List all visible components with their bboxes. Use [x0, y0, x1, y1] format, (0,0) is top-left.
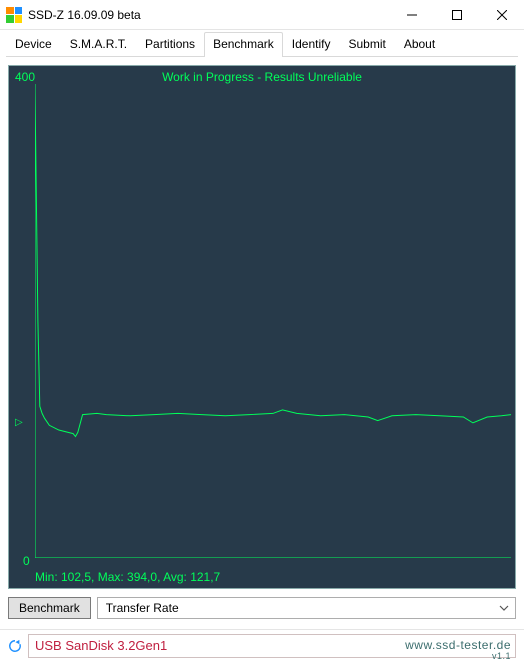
benchmark-mode-select[interactable]: Transfer Rate	[97, 597, 516, 619]
y-axis-max: 400	[15, 70, 35, 84]
benchmark-mode-value: Transfer Rate	[106, 601, 179, 615]
tabstrip: Device S.M.A.R.T. Partitions Benchmark I…	[0, 30, 524, 57]
tab-about[interactable]: About	[395, 32, 444, 57]
titlebar: SSD-Z 16.09.09 beta	[0, 0, 524, 30]
plot-area	[35, 84, 511, 558]
chevron-down-icon	[499, 603, 509, 613]
benchmark-button[interactable]: Benchmark	[8, 597, 91, 619]
statusbar: USB SanDisk 3.2Gen1 www.ssd-tester.de v1…	[0, 629, 524, 664]
tab-identify[interactable]: Identify	[283, 32, 340, 57]
tab-benchmark[interactable]: Benchmark	[204, 32, 283, 57]
watermark: www.ssd-tester.de v1.1	[405, 638, 511, 659]
minimize-button[interactable]	[389, 0, 434, 29]
y-axis-min: 0	[23, 554, 30, 568]
device-name: USB SanDisk 3.2Gen1	[35, 638, 167, 653]
app-icon	[6, 7, 22, 23]
tab-submit[interactable]: Submit	[339, 32, 394, 57]
benchmark-chart: Work in Progress - Results Unreliable 40…	[8, 65, 516, 589]
tab-device[interactable]: Device	[6, 32, 61, 57]
tab-content: Work in Progress - Results Unreliable 40…	[0, 57, 524, 623]
window-title: SSD-Z 16.09.09 beta	[28, 8, 389, 22]
device-name-box: USB SanDisk 3.2Gen1 www.ssd-tester.de v1…	[28, 634, 516, 658]
chart-title: Work in Progress - Results Unreliable	[9, 70, 515, 84]
tab-smart[interactable]: S.M.A.R.T.	[61, 32, 136, 57]
close-button[interactable]	[479, 0, 524, 29]
tab-partitions[interactable]: Partitions	[136, 32, 204, 57]
benchmark-controls: Benchmark Transfer Rate	[8, 597, 516, 619]
window-controls	[389, 0, 524, 29]
refresh-icon[interactable]	[8, 639, 22, 653]
chart-stats: Min: 102,5, Max: 394,0, Avg: 121,7	[35, 570, 220, 584]
maximize-button[interactable]	[434, 0, 479, 29]
chart-current-marker: ▷	[15, 417, 23, 428]
